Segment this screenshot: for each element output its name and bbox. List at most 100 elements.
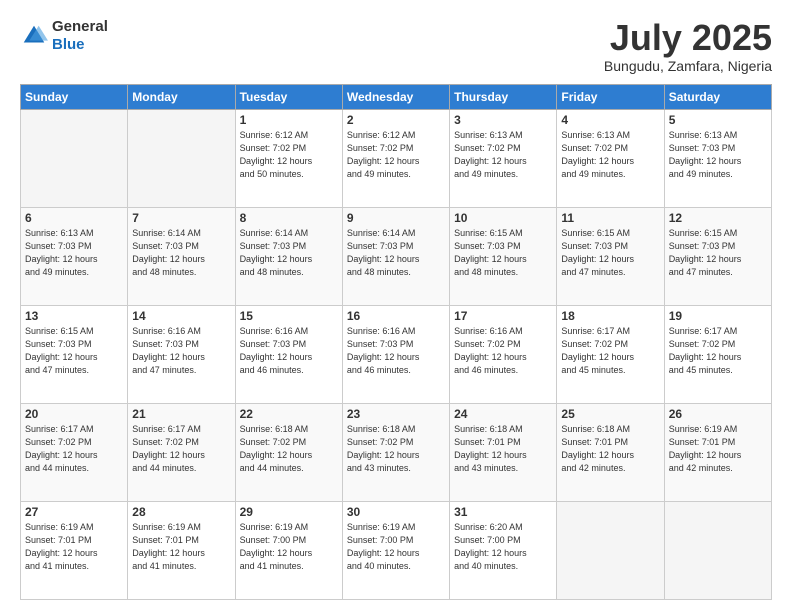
day-info: Sunrise: 6:20 AM Sunset: 7:00 PM Dayligh… xyxy=(454,521,552,573)
day-number: 4 xyxy=(561,113,659,127)
calendar-cell: 15Sunrise: 6:16 AM Sunset: 7:03 PM Dayli… xyxy=(235,305,342,403)
calendar-cell: 29 Sunrise: 6:19 AM Sunset: 7:00 PM Dayli… xyxy=(235,501,342,599)
title-block: July 2025 Bungudu, Zamfara, Nigeria xyxy=(604,18,772,74)
day-number: 23 xyxy=(347,407,445,421)
calendar-cell: 17Sunrise: 6:16 AM Sunset: 7:02 PM Dayli… xyxy=(450,305,557,403)
calendar-cell: 28 Sunrise: 6:19 AM Sunset: 7:01 PM Dayli… xyxy=(128,501,235,599)
calendar-cell: 21 Sunrise: 6:17 AM Sunset: 7:02 PM Dayli… xyxy=(128,403,235,501)
calendar-cell: 31 Sunrise: 6:20 AM Sunset: 7:00 PM Dayli… xyxy=(450,501,557,599)
calendar-cell xyxy=(664,501,771,599)
calendar-cell: 7 Sunrise: 6:14 AM Sunset: 7:03 PM Daylig… xyxy=(128,207,235,305)
weekday-header-tuesday: Tuesday xyxy=(235,84,342,109)
day-info: Sunrise: 6:19 AM Sunset: 7:01 PM Dayligh… xyxy=(132,521,230,573)
day-number: 13 xyxy=(25,309,123,323)
calendar-cell: 24Sunrise: 6:18 AM Sunset: 7:01 PM Dayli… xyxy=(450,403,557,501)
day-info: Sunrise: 6:12 AM Sunset: 7:02 PM Dayligh… xyxy=(347,129,445,181)
calendar: SundayMondayTuesdayWednesdayThursdayFrid… xyxy=(20,84,772,600)
day-number: 11 xyxy=(561,211,659,225)
day-info: Sunrise: 6:17 AM Sunset: 7:02 PM Dayligh… xyxy=(669,325,767,377)
header: General Blue July 2025 Bungudu, Zamfara,… xyxy=(20,18,772,74)
day-info: Sunrise: 6:18 AM Sunset: 7:02 PM Dayligh… xyxy=(347,423,445,475)
calendar-cell xyxy=(557,501,664,599)
day-number: 16 xyxy=(347,309,445,323)
day-number: 8 xyxy=(240,211,338,225)
week-row-4: 20Sunrise: 6:17 AM Sunset: 7:02 PM Dayli… xyxy=(21,403,772,501)
day-info: Sunrise: 6:18 AM Sunset: 7:01 PM Dayligh… xyxy=(454,423,552,475)
calendar-cell: 1 Sunrise: 6:12 AM Sunset: 7:02 PM Daylig… xyxy=(235,109,342,207)
day-number: 14 xyxy=(132,309,230,323)
weekday-header-thursday: Thursday xyxy=(450,84,557,109)
week-row-3: 13 Sunrise: 6:15 AM Sunset: 7:03 PM Dayli… xyxy=(21,305,772,403)
day-number: 31 xyxy=(454,505,552,519)
day-info: Sunrise: 6:13 AM Sunset: 7:02 PM Dayligh… xyxy=(561,129,659,181)
calendar-cell: 30 Sunrise: 6:19 AM Sunset: 7:00 PM Dayli… xyxy=(342,501,449,599)
day-info: Sunrise: 6:14 AM Sunset: 7:03 PM Dayligh… xyxy=(347,227,445,279)
day-info: Sunrise: 6:18 AM Sunset: 7:02 PM Dayligh… xyxy=(240,423,338,475)
day-number: 19 xyxy=(669,309,767,323)
day-info: Sunrise: 6:14 AM Sunset: 7:03 PM Dayligh… xyxy=(132,227,230,279)
day-info: Sunrise: 6:17 AM Sunset: 7:02 PM Dayligh… xyxy=(25,423,123,475)
calendar-cell: 9 Sunrise: 6:14 AM Sunset: 7:03 PM Daylig… xyxy=(342,207,449,305)
day-info: Sunrise: 6:12 AM Sunset: 7:02 PM Dayligh… xyxy=(240,129,338,181)
calendar-cell: 14Sunrise: 6:16 AM Sunset: 7:03 PM Dayli… xyxy=(128,305,235,403)
calendar-cell xyxy=(21,109,128,207)
calendar-cell: 12 Sunrise: 6:15 AM Sunset: 7:03 PM Dayli… xyxy=(664,207,771,305)
week-row-2: 6Sunrise: 6:13 AM Sunset: 7:03 PM Daylig… xyxy=(21,207,772,305)
day-info: Sunrise: 6:16 AM Sunset: 7:03 PM Dayligh… xyxy=(347,325,445,377)
calendar-cell: 11Sunrise: 6:15 AM Sunset: 7:03 PM Dayli… xyxy=(557,207,664,305)
calendar-cell: 3 Sunrise: 6:13 AM Sunset: 7:02 PM Daylig… xyxy=(450,109,557,207)
calendar-cell: 19 Sunrise: 6:17 AM Sunset: 7:02 PM Dayli… xyxy=(664,305,771,403)
day-number: 12 xyxy=(669,211,767,225)
calendar-cell: 25 Sunrise: 6:18 AM Sunset: 7:01 PM Dayli… xyxy=(557,403,664,501)
day-number: 28 xyxy=(132,505,230,519)
logo-general-text: General xyxy=(52,18,108,36)
calendar-cell: 22 Sunrise: 6:18 AM Sunset: 7:02 PM Dayli… xyxy=(235,403,342,501)
day-number: 22 xyxy=(240,407,338,421)
logo-blue-text: Blue xyxy=(52,36,108,54)
weekday-header-monday: Monday xyxy=(128,84,235,109)
calendar-cell: 26 Sunrise: 6:19 AM Sunset: 7:01 PM Dayli… xyxy=(664,403,771,501)
calendar-cell: 5 Sunrise: 6:13 AM Sunset: 7:03 PM Daylig… xyxy=(664,109,771,207)
day-number: 7 xyxy=(132,211,230,225)
day-info: Sunrise: 6:14 AM Sunset: 7:03 PM Dayligh… xyxy=(240,227,338,279)
day-info: Sunrise: 6:19 AM Sunset: 7:01 PM Dayligh… xyxy=(669,423,767,475)
page: General Blue July 2025 Bungudu, Zamfara,… xyxy=(0,0,792,612)
day-info: Sunrise: 6:13 AM Sunset: 7:02 PM Dayligh… xyxy=(454,129,552,181)
weekday-header-wednesday: Wednesday xyxy=(342,84,449,109)
day-info: Sunrise: 6:13 AM Sunset: 7:03 PM Dayligh… xyxy=(669,129,767,181)
day-number: 15 xyxy=(240,309,338,323)
day-info: Sunrise: 6:15 AM Sunset: 7:03 PM Dayligh… xyxy=(454,227,552,279)
day-number: 1 xyxy=(240,113,338,127)
calendar-cell: 20Sunrise: 6:17 AM Sunset: 7:02 PM Dayli… xyxy=(21,403,128,501)
calendar-cell: 8 Sunrise: 6:14 AM Sunset: 7:03 PM Daylig… xyxy=(235,207,342,305)
calendar-cell xyxy=(128,109,235,207)
day-info: Sunrise: 6:19 AM Sunset: 7:00 PM Dayligh… xyxy=(240,521,338,573)
day-number: 26 xyxy=(669,407,767,421)
calendar-cell: 10 Sunrise: 6:15 AM Sunset: 7:03 PM Dayli… xyxy=(450,207,557,305)
day-number: 9 xyxy=(347,211,445,225)
day-info: Sunrise: 6:19 AM Sunset: 7:00 PM Dayligh… xyxy=(347,521,445,573)
day-number: 25 xyxy=(561,407,659,421)
day-info: Sunrise: 6:15 AM Sunset: 7:03 PM Dayligh… xyxy=(25,325,123,377)
day-info: Sunrise: 6:13 AM Sunset: 7:03 PM Dayligh… xyxy=(25,227,123,279)
day-info: Sunrise: 6:19 AM Sunset: 7:01 PM Dayligh… xyxy=(25,521,123,573)
day-info: Sunrise: 6:17 AM Sunset: 7:02 PM Dayligh… xyxy=(132,423,230,475)
day-number: 18 xyxy=(561,309,659,323)
calendar-cell: 18Sunrise: 6:17 AM Sunset: 7:02 PM Dayli… xyxy=(557,305,664,403)
day-number: 3 xyxy=(454,113,552,127)
day-number: 29 xyxy=(240,505,338,519)
calendar-cell: 2Sunrise: 6:12 AM Sunset: 7:02 PM Daylig… xyxy=(342,109,449,207)
day-number: 30 xyxy=(347,505,445,519)
calendar-cell: 16 Sunrise: 6:16 AM Sunset: 7:03 PM Dayli… xyxy=(342,305,449,403)
weekday-header-row: SundayMondayTuesdayWednesdayThursdayFrid… xyxy=(21,84,772,109)
day-info: Sunrise: 6:15 AM Sunset: 7:03 PM Dayligh… xyxy=(669,227,767,279)
day-number: 5 xyxy=(669,113,767,127)
location: Bungudu, Zamfara, Nigeria xyxy=(604,58,772,74)
week-row-5: 27Sunrise: 6:19 AM Sunset: 7:01 PM Dayli… xyxy=(21,501,772,599)
logo-icon xyxy=(20,22,48,50)
day-number: 10 xyxy=(454,211,552,225)
day-info: Sunrise: 6:18 AM Sunset: 7:01 PM Dayligh… xyxy=(561,423,659,475)
weekday-header-sunday: Sunday xyxy=(21,84,128,109)
logo: General Blue xyxy=(20,18,108,54)
day-number: 21 xyxy=(132,407,230,421)
